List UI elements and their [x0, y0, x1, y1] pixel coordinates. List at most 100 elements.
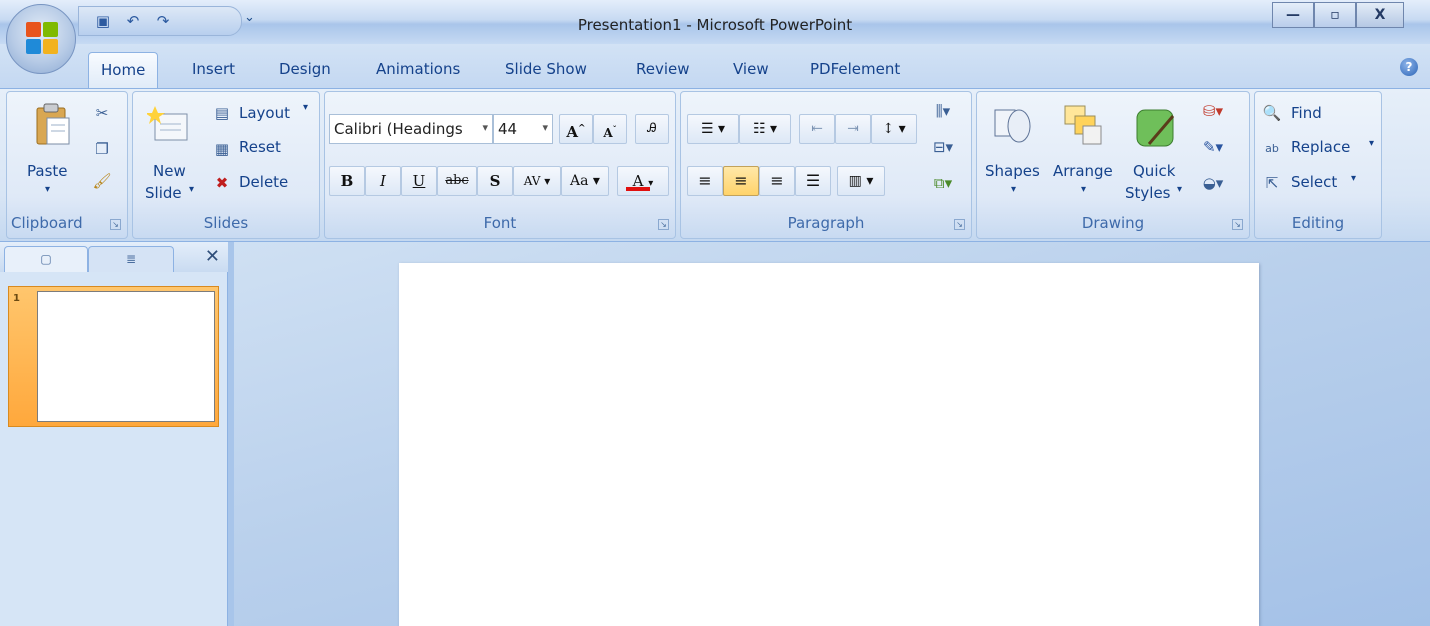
save-icon[interactable]: ▣	[93, 11, 113, 31]
new-slide-dropdown-icon[interactable]: ▾	[189, 184, 194, 195]
font-size-dropdown-icon[interactable]: ▾	[542, 121, 548, 134]
delete-slide-icon[interactable]: ✖	[211, 172, 233, 194]
paragraph-launcher-icon[interactable]: ↘	[954, 219, 965, 230]
slides-tab-icon[interactable]: ▢	[4, 246, 88, 272]
arrange-icon[interactable]	[1061, 102, 1105, 148]
office-button[interactable]	[6, 4, 76, 74]
reset-icon[interactable]: ▦	[211, 138, 233, 160]
title-bar: Presentation1 - Microsoft PowerPoint ▣ ↶…	[0, 0, 1430, 44]
cut-icon[interactable]: ✂	[91, 102, 113, 124]
tab-review[interactable]: Review	[636, 60, 690, 78]
find-icon[interactable]: 🔍	[1261, 102, 1283, 124]
close-icon[interactable]: X	[1356, 2, 1404, 28]
character-spacing-button[interactable]: AV ▾	[513, 166, 561, 196]
italic-button[interactable]: I	[365, 166, 401, 196]
paste-icon[interactable]	[33, 102, 73, 148]
font-launcher-icon[interactable]: ↘	[658, 219, 669, 230]
clipboard-launcher-icon[interactable]: ↘	[110, 219, 121, 230]
align-center-icon[interactable]: ≡	[723, 166, 759, 196]
shapes-dropdown-icon[interactable]: ▾	[1011, 184, 1016, 195]
character-spacing-label: AV	[523, 174, 541, 188]
select-dropdown-icon[interactable]: ▾	[1351, 173, 1356, 184]
increase-indent-icon[interactable]: ⇥	[835, 114, 871, 144]
replace-dropdown-icon[interactable]: ▾	[1369, 138, 1374, 149]
underline-button[interactable]: U	[401, 166, 437, 196]
layout-icon[interactable]: ▤	[211, 102, 233, 124]
redo-icon[interactable]: ↷	[153, 11, 173, 31]
text-direction-icon[interactable]: ⫼▾	[925, 100, 961, 122]
help-icon[interactable]: ?	[1400, 58, 1418, 76]
arrange-button[interactable]: Arrange	[1053, 162, 1113, 180]
columns-button[interactable]: ▥ ▾	[837, 166, 885, 196]
copy-icon[interactable]: ❐	[91, 138, 113, 160]
align-right-icon[interactable]: ≡	[759, 166, 795, 196]
strikethrough-button[interactable]: abc	[437, 166, 477, 196]
shapes-icon[interactable]	[991, 104, 1035, 148]
bullets-button[interactable]: ☰ ▾	[687, 114, 739, 144]
shapes-button[interactable]: Shapes	[985, 162, 1040, 180]
minimize-icon[interactable]: —	[1272, 2, 1314, 28]
align-left-icon[interactable]: ≡	[687, 166, 723, 196]
group-font: Calibri (Headings ▾ 44 ▾ A^ Aˇ Ꭿ B I U a…	[324, 91, 676, 239]
replace-icon[interactable]: ab	[1261, 138, 1283, 160]
tab-slide-show[interactable]: Slide Show	[505, 60, 587, 78]
tab-pdfelement[interactable]: PDFelement	[810, 60, 900, 78]
align-text-icon[interactable]: ⊟▾	[925, 136, 961, 158]
new-slide-icon[interactable]	[147, 104, 189, 144]
paste-dropdown-icon[interactable]: ▾	[45, 184, 50, 195]
bold-button[interactable]: B	[329, 166, 365, 196]
change-case-button[interactable]: Aa ▾	[561, 166, 609, 196]
font-color-bar	[626, 187, 650, 191]
paste-button[interactable]: Paste	[27, 162, 68, 180]
tab-view[interactable]: View	[733, 60, 769, 78]
close-pane-icon[interactable]: ✕	[205, 246, 220, 267]
new-slide-label-bottom[interactable]: Slide	[145, 184, 182, 202]
shape-outline-icon[interactable]: ✎▾	[1193, 136, 1233, 158]
shrink-font-button[interactable]: Aˇ	[593, 114, 627, 144]
slide-canvas[interactable]	[399, 263, 1259, 626]
font-color-button[interactable]: A ▾	[617, 166, 669, 196]
office-logo-icon	[26, 22, 58, 54]
restore-icon[interactable]: ▫	[1314, 2, 1356, 28]
layout-dropdown-icon[interactable]: ▾	[303, 102, 308, 113]
justify-icon[interactable]: ☰	[795, 166, 831, 196]
qat-customize-icon[interactable]: ⌄	[244, 10, 255, 25]
quick-styles-label-bottom[interactable]: Styles	[1125, 184, 1171, 202]
numbering-button[interactable]: ☷ ▾	[739, 114, 791, 144]
arrange-dropdown-icon[interactable]: ▾	[1081, 184, 1086, 195]
decrease-indent-icon[interactable]: ⇤	[799, 114, 835, 144]
find-button[interactable]: Find	[1291, 104, 1322, 122]
layout-button[interactable]: Layout	[239, 104, 290, 122]
outline-tab-icon[interactable]: ≣	[88, 246, 174, 272]
format-painter-icon[interactable]: 🖌	[91, 170, 113, 192]
replace-button[interactable]: Replace	[1291, 138, 1350, 156]
quick-styles-icon[interactable]	[1135, 106, 1177, 150]
slide-thumbnail-item[interactable]: 1	[8, 286, 219, 427]
drawing-launcher-icon[interactable]: ↘	[1232, 219, 1243, 230]
shape-effects-icon[interactable]: ◒▾	[1193, 172, 1233, 194]
group-clipboard: Paste ▾ ✂ ❐ 🖌 Clipboard ↘	[6, 91, 128, 239]
font-name-dropdown-icon[interactable]: ▾	[482, 121, 488, 134]
quick-styles-label-top[interactable]: Quick	[1133, 162, 1175, 180]
undo-icon[interactable]: ↶	[123, 11, 143, 31]
select-icon[interactable]: ⇱	[1261, 172, 1283, 194]
smartart-icon[interactable]: ⧉▾	[925, 172, 961, 194]
font-name-combo[interactable]: Calibri (Headings ▾	[329, 114, 493, 144]
tab-design[interactable]: Design	[279, 60, 331, 78]
slide-thumbnail[interactable]	[37, 291, 215, 422]
tab-animations[interactable]: Animations	[376, 60, 460, 78]
shape-fill-icon[interactable]: ⛁▾	[1193, 100, 1233, 122]
tab-insert[interactable]: Insert	[192, 60, 235, 78]
delete-button[interactable]: Delete	[239, 173, 288, 191]
clear-formatting-icon[interactable]: Ꭿ	[635, 114, 669, 144]
font-size-combo[interactable]: 44 ▾	[493, 114, 553, 144]
line-spacing-button[interactable]: ↕ ▾	[871, 114, 917, 144]
grow-font-button[interactable]: A^	[559, 114, 593, 144]
reset-button[interactable]: Reset	[239, 138, 281, 156]
new-slide-label-top[interactable]: New	[153, 162, 186, 180]
quick-styles-dropdown-icon[interactable]: ▾	[1177, 184, 1182, 195]
tab-home[interactable]: Home	[88, 52, 159, 88]
select-button[interactable]: Select	[1291, 173, 1337, 191]
drawing-group-label: Drawing	[1081, 214, 1145, 232]
text-shadow-button[interactable]: S	[477, 166, 513, 196]
